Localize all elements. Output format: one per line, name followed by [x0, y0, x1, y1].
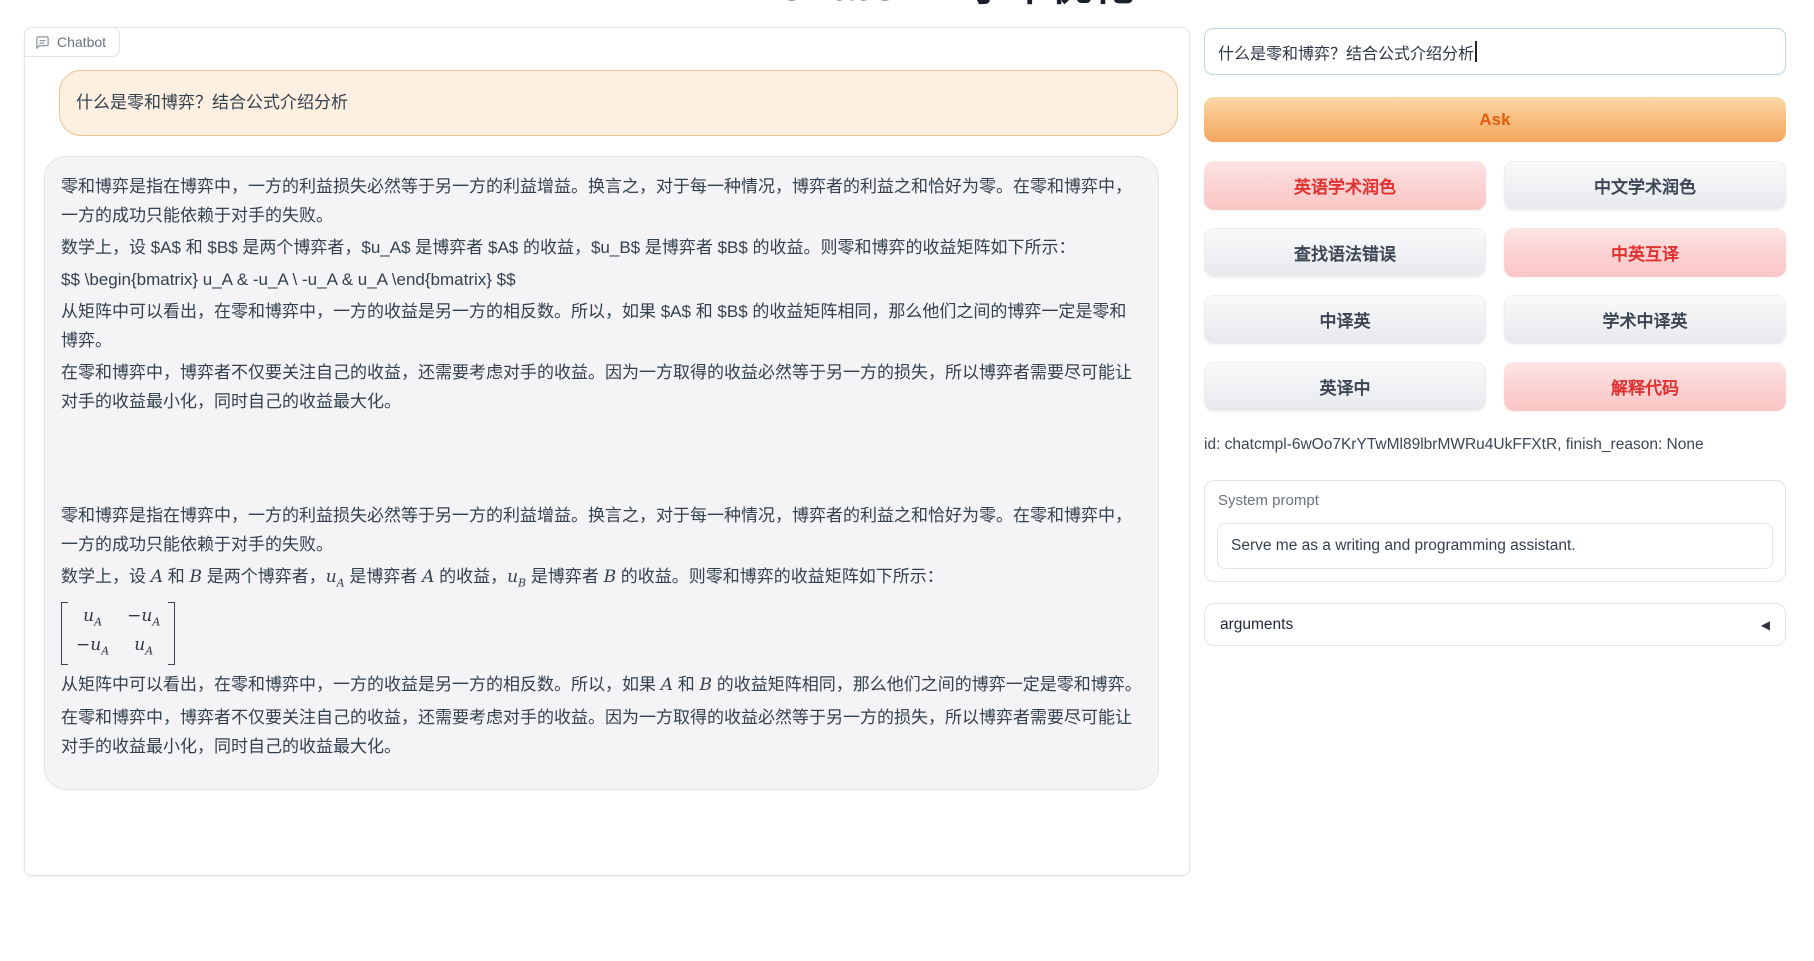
- accordion-collapsed-arrow-icon: ◀: [1761, 618, 1770, 632]
- text-caret: [1475, 41, 1477, 62]
- action-button-academic-zh-to-en[interactable]: 学术中译英: [1504, 295, 1786, 344]
- inline-math: uB: [507, 567, 526, 587]
- app: ChatGPT 学术优化 Chatbot 什么是零和博弈？结合公式介绍分析 零和…: [0, 0, 1814, 961]
- ask-button[interactable]: Ask: [1204, 97, 1786, 142]
- action-button-en-to-zh[interactable]: 英译中: [1204, 362, 1486, 411]
- response-meta-line: id: chatcmpl-6wOo7KrYTwMl89lbrMWRu4UkFFX…: [1204, 436, 1704, 454]
- action-button-zh-en-mutual-translate[interactable]: 中英互译: [1504, 228, 1786, 277]
- inline-math: A: [422, 567, 434, 587]
- system-prompt-card: System prompt Serve me as a writing and …: [1204, 480, 1786, 582]
- chatbot-label-tab: Chatbot: [24, 27, 120, 57]
- inline-math: A: [661, 675, 673, 695]
- user-message-bubble: 什么是零和博弈？结合公式介绍分析: [59, 70, 1178, 136]
- inline-math: B: [189, 567, 202, 587]
- action-button-zh-to-en[interactable]: 中译英: [1204, 295, 1486, 344]
- inline-math: uA: [326, 567, 345, 587]
- inline-math: A: [151, 567, 163, 587]
- chatbot-panel: Chatbot 什么是零和博弈？结合公式介绍分析 零和博弈是指在博弈中，一方的利…: [24, 27, 1190, 876]
- system-prompt-value: Serve me as a writing and programming as…: [1231, 537, 1576, 555]
- bot-rendered-paragraph: 在零和博弈中，博弈者不仅要关注自己的收益，还需要考虑对手的收益。因为一方取得的收…: [61, 703, 1142, 761]
- bot-message-rendered: 零和博弈是指在博弈中，一方的利益损失必然等于另一方的利益增益。换言之，对于每一种…: [61, 501, 1142, 761]
- bot-raw-paragraph: $$ \begin{bmatrix} u_A & -u_A \ -u_A & u…: [61, 265, 1142, 294]
- action-button-chinese-academic-polish[interactable]: 中文学术润色: [1504, 161, 1786, 210]
- bot-raw-paragraph: 数学上，设 $A$ 和 $B$ 是两个博弈者，$u_A$ 是博弈者 $A$ 的收…: [61, 233, 1142, 262]
- inline-math: B: [604, 567, 617, 587]
- arguments-accordion[interactable]: arguments ◀: [1204, 603, 1786, 646]
- bot-raw-paragraph: 在零和博弈中，博弈者不仅要关注自己的收益，还需要考虑对手的收益。因为一方取得的收…: [61, 358, 1142, 416]
- system-prompt-input[interactable]: Serve me as a writing and programming as…: [1217, 523, 1773, 569]
- bot-raw-paragraph: 零和博弈是指在博弈中，一方的利益损失必然等于另一方的利益增益。换言之，对于每一种…: [61, 172, 1142, 230]
- question-input[interactable]: 什么是零和博弈？结合公式介绍分析: [1204, 28, 1786, 75]
- bot-message-gap: [61, 419, 1142, 501]
- chatbot-label: Chatbot: [57, 34, 106, 50]
- bot-rendered-paragraph: 从矩阵中可以看出，在零和博弈中，一方的收益是另一方的相反数。所以，如果 A 和 …: [61, 670, 1142, 700]
- clipped-page-title: ChatGPT 学术优化: [775, 0, 1134, 8]
- matrix-cell: −uA: [127, 605, 160, 633]
- matrix-cell: uA: [127, 634, 160, 662]
- chat-bubble-icon: [35, 35, 50, 50]
- matrix-cell: −uA: [76, 634, 109, 662]
- question-input-value: 什么是零和博弈？结合公式介绍分析: [1218, 40, 1474, 64]
- system-prompt-label: System prompt: [1218, 492, 1319, 509]
- bot-rendered-paragraph: 数学上，设 A 和 B 是两个博弈者，uA 是博弈者 A 的收益，uB 是博弈者…: [61, 562, 1142, 597]
- action-button-english-academic-polish[interactable]: 英语学术润色: [1204, 161, 1486, 210]
- action-button-grid: 英语学术润色中文学术润色查找语法错误中英互译中译英学术中译英英译中解释代码: [1204, 161, 1786, 411]
- bot-message-raw: 零和博弈是指在博弈中，一方的利益损失必然等于另一方的利益增益。换言之，对于每一种…: [61, 172, 1142, 416]
- bot-raw-paragraph: 从矩阵中可以看出，在零和博弈中，一方的收益是另一方的相反数。所以，如果 $A$ …: [61, 297, 1142, 355]
- matrix-cell: uA: [76, 605, 109, 633]
- payoff-matrix: uA−uA−uAuA: [61, 602, 175, 665]
- bot-rendered-paragraph: 零和博弈是指在博弈中，一方的利益损失必然等于另一方的利益增益。换言之，对于每一种…: [61, 501, 1142, 559]
- action-button-explain-code[interactable]: 解释代码: [1504, 362, 1786, 411]
- user-message-text: 什么是零和博弈？结合公式介绍分析: [76, 93, 348, 112]
- bot-rendered-paragraph: uA−uA−uAuA: [61, 600, 1142, 667]
- arguments-accordion-label: arguments: [1220, 616, 1293, 634]
- bot-message-bubble: 零和博弈是指在博弈中，一方的利益损失必然等于另一方的利益增益。换言之，对于每一种…: [44, 156, 1159, 790]
- action-button-find-grammar-errors[interactable]: 查找语法错误: [1204, 228, 1486, 277]
- inline-math: B: [699, 675, 712, 695]
